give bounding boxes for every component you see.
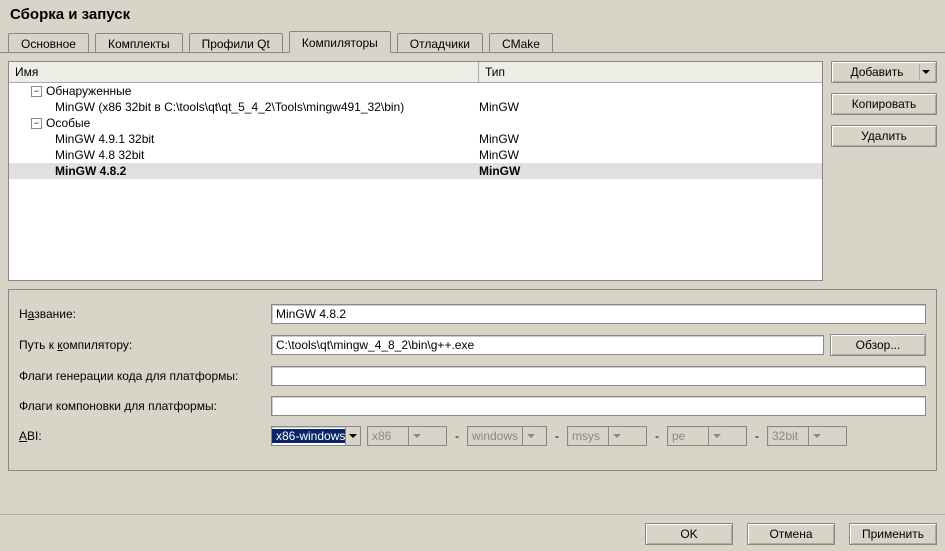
tree-label: Обнаруженные xyxy=(46,83,131,99)
codegen-flags-label: Флаги генерации кода для платформы: xyxy=(19,369,265,383)
tree-group-manual[interactable]: − Особые xyxy=(9,115,822,131)
tab-general[interactable]: Основное xyxy=(8,33,89,53)
tree-type: MinGW xyxy=(479,163,822,179)
abi-combo-flavor: msys xyxy=(567,426,647,446)
minus-icon[interactable]: − xyxy=(31,86,42,97)
compiler-path-field[interactable] xyxy=(271,335,824,355)
tabs-bar: Основное Комплекты Профили Qt Компилятор… xyxy=(0,31,945,53)
abi-label: ABI: xyxy=(19,429,265,443)
tree-label: MinGW 4.9.1 32bit xyxy=(55,131,154,147)
abi-combo-format: pe xyxy=(667,426,747,446)
link-flags-field[interactable] xyxy=(271,396,926,416)
apply-button[interactable]: Применить xyxy=(849,523,937,545)
cancel-button[interactable]: Отмена xyxy=(747,523,835,545)
abi-sep: - xyxy=(653,429,661,443)
browse-button[interactable]: Обзор... xyxy=(830,334,926,356)
tree-item-auto-mingw[interactable]: MinGW (x86 32bit в C:\tools\qt\qt_5_4_2\… xyxy=(9,99,822,115)
link-flags-label: Флаги компоновки для платформы: xyxy=(19,399,265,413)
tab-compilers[interactable]: Компиляторы xyxy=(289,31,391,53)
abi-sep: - xyxy=(453,429,461,443)
tab-kits[interactable]: Комплекты xyxy=(95,33,183,53)
tab-qt-profiles[interactable]: Профили Qt xyxy=(189,33,283,53)
path-label: Путь к компилятору: xyxy=(19,338,265,352)
add-button[interactable]: Добавить xyxy=(831,61,937,83)
chevron-down-icon xyxy=(808,427,824,445)
header-type[interactable]: Тип xyxy=(479,62,822,82)
tree-label: MinGW 4.8 32bit xyxy=(55,147,144,163)
tab-cmake[interactable]: CMake xyxy=(489,33,553,53)
minus-icon[interactable]: − xyxy=(31,118,42,129)
tree-type: MinGW xyxy=(479,147,822,163)
tree-label: Особые xyxy=(46,115,90,131)
tree-group-auto[interactable]: − Обнаруженные xyxy=(9,83,822,99)
details-panel: Название: Путь к компилятору: Обзор... Ф… xyxy=(8,289,937,471)
abi-combo-arch: x86 xyxy=(367,426,447,446)
abi-combo-width: 32bit xyxy=(767,426,847,446)
abi-sep: - xyxy=(553,429,561,443)
remove-button[interactable]: Удалить xyxy=(831,125,937,147)
abi-sep: - xyxy=(753,429,761,443)
compilers-tree: Имя Тип − Обнаруженные MinGW (x86 32bit … xyxy=(8,61,823,281)
tree-type: MinGW xyxy=(479,99,822,115)
tab-debuggers[interactable]: Отладчики xyxy=(397,33,483,53)
ok-button[interactable]: OK xyxy=(645,523,733,545)
name-field[interactable] xyxy=(271,304,926,324)
chevron-down-icon xyxy=(608,427,624,445)
tree-label: MinGW (x86 32bit в C:\tools\qt\qt_5_4_2\… xyxy=(55,99,404,115)
tree-item-mingw-491[interactable]: MinGW 4.9.1 32bit MinGW xyxy=(9,131,822,147)
chevron-down-icon xyxy=(522,427,538,445)
chevron-down-icon xyxy=(708,427,724,445)
header-name[interactable]: Имя xyxy=(9,62,479,82)
copy-button[interactable]: Копировать xyxy=(831,93,937,115)
abi-combo-main[interactable]: x86-windows xyxy=(271,426,361,446)
name-label: Название: xyxy=(19,307,265,321)
tree-item-mingw-482[interactable]: MinGW 4.8.2 MinGW xyxy=(9,163,822,179)
abi-combo-os: windows xyxy=(467,426,547,446)
chevron-down-icon[interactable] xyxy=(345,427,360,445)
chevron-down-icon xyxy=(408,427,424,445)
tree-type: MinGW xyxy=(479,131,822,147)
page-title: Сборка и запуск xyxy=(0,0,945,31)
codegen-flags-field[interactable] xyxy=(271,366,926,386)
tree-label: MinGW 4.8.2 xyxy=(55,163,126,179)
tree-item-mingw-48[interactable]: MinGW 4.8 32bit MinGW xyxy=(9,147,822,163)
tree-header: Имя Тип xyxy=(9,62,822,83)
